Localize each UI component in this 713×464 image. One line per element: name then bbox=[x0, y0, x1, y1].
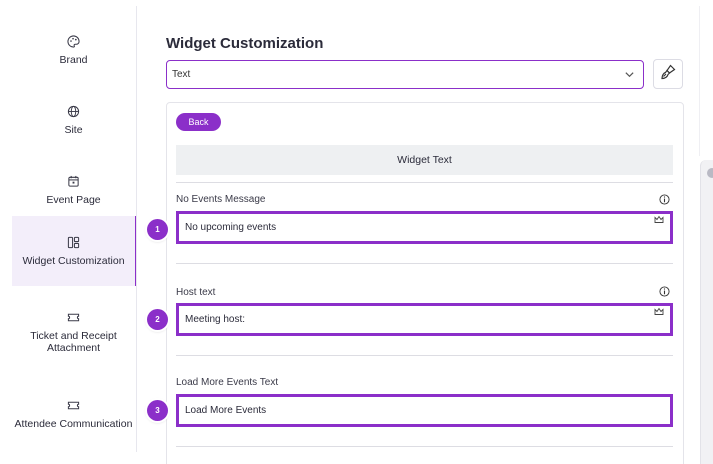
ticket-icon bbox=[67, 310, 81, 324]
ticket-icon bbox=[67, 398, 81, 412]
chevron-down-icon bbox=[624, 69, 635, 83]
palette-icon bbox=[67, 34, 81, 48]
layout-icon bbox=[67, 235, 81, 249]
sidebar-item-label: Attendee Communication bbox=[14, 418, 133, 430]
callout-badge: 1 bbox=[147, 219, 168, 240]
load-more-events-input[interactable]: Load More Events bbox=[176, 394, 673, 427]
field-label-load-more: Load More Events Text bbox=[176, 377, 279, 388]
input-value: Meeting host: bbox=[185, 314, 246, 325]
field-label-no-events: No Events Message bbox=[176, 194, 266, 205]
select-value: Text bbox=[172, 69, 191, 80]
crown-icon bbox=[654, 215, 664, 227]
divider bbox=[176, 263, 673, 264]
divider bbox=[176, 182, 673, 183]
sidebar-item-brand[interactable]: Brand bbox=[12, 20, 135, 80]
sidebar-item-label: Widget Customization bbox=[22, 255, 125, 267]
section-header: Widget Text bbox=[176, 145, 673, 175]
sidebar-item-widget-customization[interactable]: Widget Customization bbox=[12, 216, 137, 286]
sidebar-item-site[interactable]: Site bbox=[12, 90, 135, 150]
sidebar-item-event-page[interactable]: Event Page bbox=[12, 160, 135, 220]
window-edge bbox=[699, 6, 700, 156]
field-label-host-text: Host text bbox=[176, 287, 216, 298]
sidebar-item-attendee-communication[interactable]: Attendee Communication bbox=[12, 378, 135, 450]
callout-badge: 2 bbox=[147, 309, 168, 330]
sidebar: Brand Site Event Page Widget Customizati… bbox=[12, 6, 137, 452]
crown-icon bbox=[654, 307, 664, 319]
style-brush-button[interactable] bbox=[653, 59, 683, 89]
no-events-message-input[interactable]: No upcoming events bbox=[176, 211, 673, 244]
sidebar-item-label: Event Page bbox=[46, 194, 101, 206]
divider bbox=[176, 446, 673, 447]
info-icon[interactable] bbox=[659, 284, 670, 297]
side-drawer-edge bbox=[700, 160, 713, 464]
sidebar-item-ticket-receipt[interactable]: Ticket and Receipt Attachment bbox=[12, 296, 135, 368]
drawer-handle[interactable] bbox=[707, 168, 713, 178]
paint-brush-icon bbox=[660, 64, 676, 85]
callout-badge: 3 bbox=[147, 400, 168, 421]
globe-icon bbox=[67, 104, 81, 118]
input-value: Load More Events bbox=[185, 405, 267, 416]
sidebar-divider bbox=[136, 6, 137, 452]
calendar-icon bbox=[67, 174, 81, 188]
sidebar-item-label: Site bbox=[64, 124, 83, 136]
host-text-input[interactable]: Meeting host: bbox=[176, 303, 673, 336]
input-value: No upcoming events bbox=[185, 222, 277, 233]
sidebar-item-label: Ticket and Receipt Attachment bbox=[30, 330, 117, 354]
widget-type-select[interactable]: Text bbox=[166, 60, 644, 89]
info-icon[interactable] bbox=[659, 192, 670, 205]
page-title: Widget Customization bbox=[166, 35, 324, 52]
section-title: Widget Text bbox=[397, 154, 452, 166]
back-button[interactable]: Back bbox=[176, 113, 221, 131]
sidebar-item-label: Brand bbox=[59, 54, 88, 66]
divider bbox=[176, 355, 673, 356]
